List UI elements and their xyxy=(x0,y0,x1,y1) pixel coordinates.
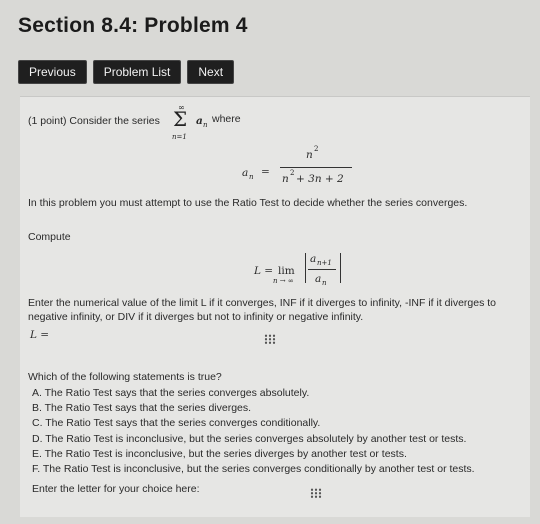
ratio-numerator: a xyxy=(310,253,317,265)
sum-term-subscript: n xyxy=(203,121,208,129)
compute-label: Compute xyxy=(28,231,71,243)
enter-limit-line2: negative infinity, or DIV if it diverges… xyxy=(28,311,364,323)
ratio-instruction: In this problem you must attempt to use … xyxy=(28,197,468,209)
ratio-denominator: a xyxy=(315,273,322,285)
abs-bar-right xyxy=(340,253,341,283)
next-button[interactable]: Next xyxy=(187,60,235,84)
an-fraction-bar xyxy=(280,167,352,168)
option-a: A. The Ratio Test says that the series c… xyxy=(32,387,310,399)
an-numerator-exponent: 2 xyxy=(314,145,319,153)
L-lhs: L = xyxy=(254,265,274,277)
an-lhs-subscript: n xyxy=(249,173,254,181)
problem-nav: Previous Problem List Next xyxy=(18,60,235,84)
letter-prompt: Enter the letter for your choice here: xyxy=(32,483,200,495)
option-b: B. The Ratio Test says that the series d… xyxy=(32,402,252,414)
sum-term: a xyxy=(196,115,203,127)
option-d: D. The Ratio Test is inconclusive, but t… xyxy=(32,433,467,445)
enter-limit-line1: Enter the numerical value of the limit L… xyxy=(28,297,497,309)
problem-intro: (1 point) Consider the series xyxy=(28,115,160,127)
abs-bar-left xyxy=(305,253,306,283)
problem-panel: (1 point) Consider the series ∞ Σ n=1 a … xyxy=(20,96,530,517)
problem-list-button[interactable]: Problem List xyxy=(92,60,182,84)
where-label: where xyxy=(212,113,241,125)
option-c: C. The Ratio Test says that the series c… xyxy=(32,417,321,429)
answer-format-icon-2[interactable] xyxy=(310,488,322,498)
sigma-symbol: Σ xyxy=(173,107,188,131)
an-lhs: a xyxy=(242,167,249,179)
an-denominator: n xyxy=(282,173,289,185)
lim-label: lim xyxy=(278,265,295,277)
sum-lower-limit: n=1 xyxy=(172,133,187,141)
answer-format-icon[interactable] xyxy=(264,334,276,344)
ratio-denominator-subscript: n xyxy=(322,279,327,287)
ratio-numerator-subscript: n+1 xyxy=(317,259,332,267)
an-numerator: n xyxy=(306,149,313,161)
an-equals: = xyxy=(261,166,270,178)
an-denominator-exponent: 2 xyxy=(290,169,295,177)
lim-subscript: n → ∞ xyxy=(273,277,294,285)
previous-button[interactable]: Previous xyxy=(18,60,87,84)
option-e: E. The Ratio Test is inconclusive, but t… xyxy=(32,448,407,460)
L-input-label: L = xyxy=(30,329,50,341)
option-f: F. The Ratio Test is inconclusive, but t… xyxy=(32,463,475,475)
question-text: Which of the following statements is tru… xyxy=(28,371,222,383)
page-title: Section 8.4: Problem 4 xyxy=(18,14,248,37)
an-denominator-rest: + 3n + 2 xyxy=(296,173,344,185)
ratio-fraction-bar xyxy=(308,269,336,270)
